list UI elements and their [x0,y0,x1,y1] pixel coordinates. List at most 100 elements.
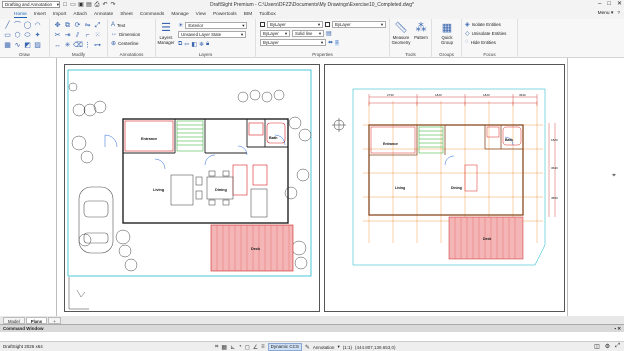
scale-icon[interactable]: ⤢ [93,21,102,30]
tab-bim[interactable]: BIM [244,12,253,17]
layer-state-select[interactable]: Unsaved Layer State ▾ [178,31,246,38]
gradient-icon[interactable]: ▨ [33,41,42,50]
pattern-button[interactable]: ⁂ Pattern [412,22,430,40]
etrack-icon[interactable]: ∠ [253,344,258,351]
layer-freeze-icon[interactable]: ❄ [199,41,204,48]
new-file-icon[interactable]: □ [62,2,68,8]
join-icon[interactable]: ⊶ [93,41,102,50]
tab-model[interactable]: Model [3,316,25,324]
arc-icon[interactable]: ◠ [33,21,42,30]
viewport-right[interactable]: 2730 1820 1820 3640 1820 3640 4550 Entra… [324,64,565,312]
lineweight-status-icon[interactable]: ≡ [261,344,265,350]
tab-commands[interactable]: Commands [140,12,165,17]
dynamic-ccs-toggle[interactable]: Dynamic CCS [267,343,302,351]
tab-view[interactable]: View [196,12,206,17]
tab-annotate[interactable]: Annotate [94,12,113,17]
hide-entities-button[interactable]: ◌ Hide Entities [465,39,496,45]
help-icon[interactable]: ? [617,11,620,16]
add-sheet-button[interactable]: + [48,316,61,324]
color-select-2[interactable]: ByLayer ▾ [332,21,386,28]
isolate-entities-button[interactable]: ◈ Isolate Entities [465,21,501,28]
chevron-down-icon[interactable]: ▾ [337,344,339,350]
menu-dropdown[interactable]: Menu ▾ [598,11,614,16]
polar-icon[interactable]: ◔ [238,344,242,350]
layers-manager-button[interactable]: ☰ Layers Manager [156,22,176,45]
copy-icon[interactable]: ⧉ [63,21,72,30]
trim-icon[interactable]: ✂ [53,31,62,40]
lineweight-toggle-icon[interactable]: ≡ [335,39,339,46]
mirror-icon[interactable]: ⇋ [83,21,92,30]
measure-geometry-button[interactable]: 📏︎ Measure Geometry [390,22,412,45]
workspace-status-icon[interactable]: ◫ [594,343,600,350]
spline-icon[interactable]: ∿ [13,41,22,50]
linetype-select[interactable]: ByLayer ▾ [260,30,290,37]
rectangle-icon[interactable]: ▭ [3,31,12,40]
annotation-scale[interactable]: Annotation [313,345,335,350]
maximize-button[interactable]: □ [607,0,611,9]
move-icon[interactable]: ✥ [53,21,62,30]
grid-icon[interactable]: ▦ [221,344,227,351]
workspace-select[interactable]: Drafting and Annotation ▾ [2,1,60,8]
redo-icon[interactable]: ↷ [110,2,116,8]
extend-icon[interactable]: ⇥ [63,31,72,40]
fullscreen-icon[interactable]: ⤢ [615,343,620,350]
layer-previous-icon[interactable]: ⇦ [184,41,189,48]
color-select[interactable]: ByLayer ▾ [267,21,323,28]
snap-icon[interactable]: ⌗ [215,344,218,351]
rotate-icon[interactable]: ⟳ [73,21,82,30]
undo-icon[interactable]: ↶ [102,2,108,8]
close-button[interactable]: ✕ [617,0,622,9]
ellipse-icon[interactable]: ⬭ [23,31,32,40]
dimension-tool[interactable]: ↔ Dimension [111,31,140,37]
hatch-icon[interactable]: ▦ [3,41,12,50]
lineweight-select[interactable]: ByLayer ▾ [260,39,326,46]
stretch-icon[interactable]: ↔ [53,41,62,50]
polygon-icon[interactable]: ⬡ [13,31,22,40]
tab-import[interactable]: Import [53,12,67,17]
tab-attach[interactable]: Attach [73,12,87,17]
minimize-button[interactable]: – [598,0,601,9]
explode-icon[interactable]: ✳ [63,41,72,50]
fillet-icon[interactable]: ⌐ [83,31,92,40]
unisolate-entities-button[interactable]: ◇ Unisolate Entities [465,30,506,37]
layer-tool-icon[interactable]: ⧉ [178,41,182,48]
save-icon[interactable]: ▣ [78,2,84,8]
tab-toolbox[interactable]: Toolbox [259,12,276,17]
region-icon[interactable]: ◩ [23,41,32,50]
text-tool[interactable]: A Text [111,22,125,28]
quick-group-button[interactable]: ▦ Quick Group [436,22,458,45]
line-icon[interactable]: ╱ [3,21,12,30]
command-window-controls[interactable]: ▪ ✕ [614,326,621,332]
centerline-tool[interactable]: ⊕ Centerline [111,40,139,47]
room-label-entrance: Entrance [141,137,157,141]
esnap-icon[interactable]: ◻ [245,344,250,351]
command-line-input[interactable] [0,332,624,341]
viewport-left[interactable]: Entrance Bath Living Dining Deck [64,64,320,312]
tab-powertools[interactable]: Powertools [213,12,237,17]
circle-icon[interactable]: ◯ [23,21,32,30]
settings-icon[interactable]: ⚙ [605,343,610,350]
bulb-icon[interactable]: ☀ [178,22,183,29]
linestyle-select[interactable]: Solid line ▾ [292,30,324,37]
array-icon[interactable]: ⁙ [93,31,102,40]
tab-home[interactable]: Home [14,12,27,18]
dim-top-4: 3640 [519,93,526,97]
tab-manage[interactable]: Manage [171,12,188,17]
ortho-icon[interactable]: ⊾ [230,344,235,351]
tab-sheet[interactable]: Sheet [120,12,133,17]
polyline-icon[interactable]: ⌒ [13,21,22,30]
tab-plans[interactable]: Plans [25,316,48,324]
layer-select[interactable]: Exterior ▾ [185,22,248,29]
match-properties-icon[interactable]: ⬌ [328,39,333,46]
break-icon[interactable]: ⋮ [83,41,92,50]
layer-lock-icon[interactable]: 🔒︎ [206,41,209,48]
offset-icon[interactable]: ⫽ [73,31,82,40]
open-folder-icon[interactable]: ▭ [70,2,76,8]
print-icon[interactable]: ⎙ [94,2,100,8]
erase-icon[interactable]: ⌫ [73,41,83,50]
properties-icon[interactable]: ▤ [326,30,332,37]
point-icon[interactable]: ✦ [33,31,42,40]
layer-isolate-icon[interactable]: ◧ [191,41,197,48]
tab-insert[interactable]: Insert [34,12,46,17]
save-as-icon[interactable]: ▤ [86,2,92,8]
